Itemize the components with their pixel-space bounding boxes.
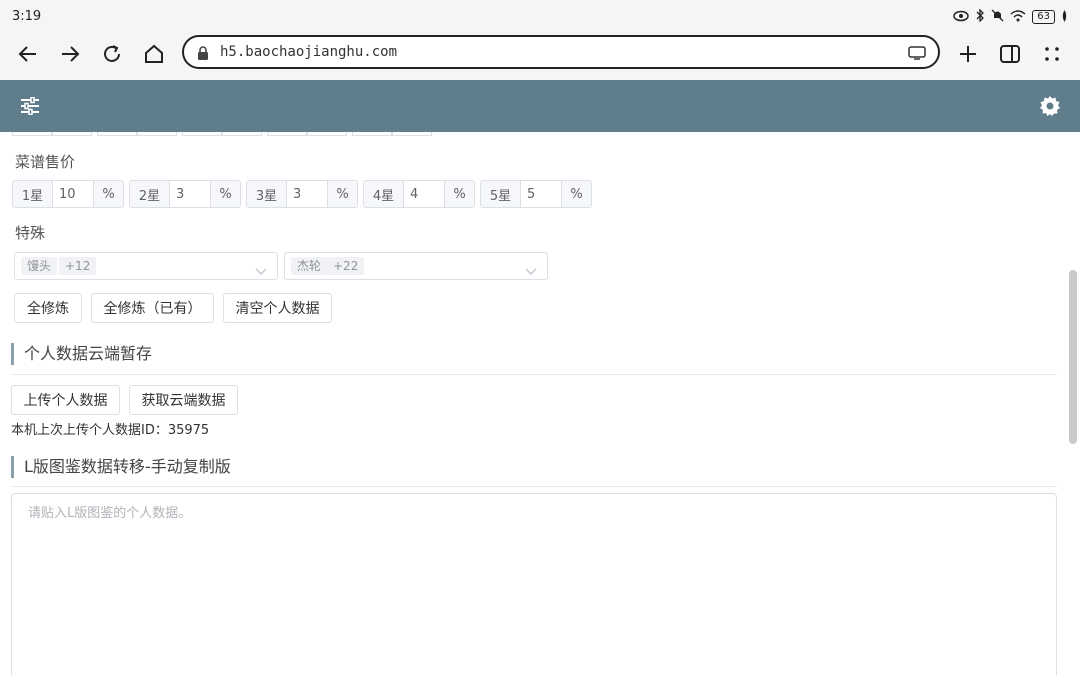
chevron-down-icon — [525, 261, 537, 280]
percent-suffix: % — [444, 181, 474, 207]
star-4-value-input[interactable]: 4 — [404, 181, 444, 207]
home-icon — [145, 44, 163, 63]
star-3-value-input[interactable]: 3 — [287, 181, 327, 207]
leaf-icon — [1061, 9, 1068, 25]
full-train-button[interactable]: 全修炼 — [14, 293, 82, 323]
wifi-icon — [1010, 9, 1026, 25]
app-header — [0, 80, 1080, 132]
home-button[interactable] — [138, 38, 170, 70]
percent-suffix: % — [561, 181, 591, 207]
divider — [11, 374, 1057, 375]
settings-button[interactable] — [1038, 94, 1062, 118]
new-tab-button[interactable] — [952, 38, 984, 70]
reload-button[interactable] — [96, 38, 128, 70]
mute-bell-icon — [991, 9, 1004, 25]
select-more-count: +22 — [327, 257, 365, 275]
star-5-value-input[interactable]: 5 — [521, 181, 561, 207]
forward-button[interactable] — [54, 38, 86, 70]
plus-icon — [960, 46, 976, 62]
special-select-2[interactable]: 杰轮 +22 — [284, 252, 548, 280]
transfer-data-textarea[interactable] — [11, 493, 1057, 675]
special-select-1[interactable]: 馒头 +12 — [14, 252, 278, 280]
battery-indicator: 63 — [1032, 10, 1055, 24]
back-button[interactable] — [12, 38, 44, 70]
bluetooth-icon — [975, 8, 985, 25]
star-price-row: 1星 10 % 2星 3 % 3星 3 % 4星 4 % 5星 5 % — [12, 180, 592, 208]
reload-icon — [104, 45, 120, 62]
menu-button[interactable] — [1036, 38, 1068, 70]
star-5-input-group: 5星 5 % — [480, 180, 592, 208]
percent-suffix: % — [93, 181, 123, 207]
arrow-left-icon — [18, 46, 36, 62]
arrow-right-icon — [62, 46, 80, 62]
upload-id-note: 本机上次上传个人数据ID：35975 — [11, 423, 210, 438]
filter-button[interactable] — [18, 94, 42, 118]
special-section-label: 特殊 — [15, 224, 46, 242]
clear-data-button[interactable]: 清空个人数据 — [223, 293, 332, 323]
lock-icon — [196, 45, 210, 65]
star-2-input-group: 2星 3 % — [129, 180, 241, 208]
full-train-owned-button[interactable]: 全修炼（已有） — [91, 293, 214, 323]
split-view-icon — [1000, 45, 1020, 63]
star-3-input-group: 3星 3 % — [246, 180, 358, 208]
chevron-down-icon — [255, 261, 267, 280]
star-label: 2星 — [130, 181, 170, 207]
transfer-section-heading: L版图鉴数据转移-手动复制版 — [11, 456, 231, 478]
star-1-input-group: 1星 10 % — [12, 180, 124, 208]
gear-icon — [1040, 96, 1060, 116]
upload-data-button[interactable]: 上传个人数据 — [11, 385, 120, 415]
fetch-cloud-data-button[interactable]: 获取云端数据 — [129, 385, 238, 415]
price-section-label: 菜谱售价 — [15, 153, 76, 171]
percent-suffix: % — [327, 181, 357, 207]
star-1-value-input[interactable]: 10 — [53, 181, 93, 207]
star-4-input-group: 4星 4 % — [363, 180, 475, 208]
cloud-section-heading: 个人数据云端暂存 — [11, 343, 152, 365]
dots-grid-icon — [1045, 47, 1059, 61]
main-content: 菜谱售价 1星 10 % 2星 3 % 3星 3 % 4星 4 % 5星 5 %… — [0, 132, 1066, 675]
url-text: h5.baochaojianghu.com — [220, 44, 398, 60]
star-label: 3星 — [247, 181, 287, 207]
status-bar: 3:19 63 — [0, 0, 1080, 34]
page-scrollbar[interactable] — [1069, 270, 1077, 444]
percent-suffix: % — [210, 181, 240, 207]
star-label: 5星 — [481, 181, 521, 207]
star-label: 1星 — [13, 181, 53, 207]
select-more-count: +12 — [59, 257, 97, 275]
star-label: 4星 — [364, 181, 404, 207]
status-time: 3:19 — [12, 9, 42, 24]
tabs-button[interactable] — [994, 38, 1026, 70]
browser-toolbar: h5.baochaojianghu.com — [0, 34, 1080, 80]
select-tag: 杰轮 — [291, 257, 328, 275]
partial-input-row — [12, 132, 432, 136]
sliders-icon — [21, 97, 39, 115]
status-icons: 63 — [953, 8, 1068, 25]
star-2-value-input[interactable]: 3 — [170, 181, 210, 207]
screen-cast-icon[interactable] — [908, 45, 926, 65]
eye-icon — [953, 10, 970, 25]
address-bar[interactable]: h5.baochaojianghu.com — [182, 35, 940, 69]
divider — [11, 486, 1057, 487]
select-tag: 馒头 — [21, 257, 58, 275]
